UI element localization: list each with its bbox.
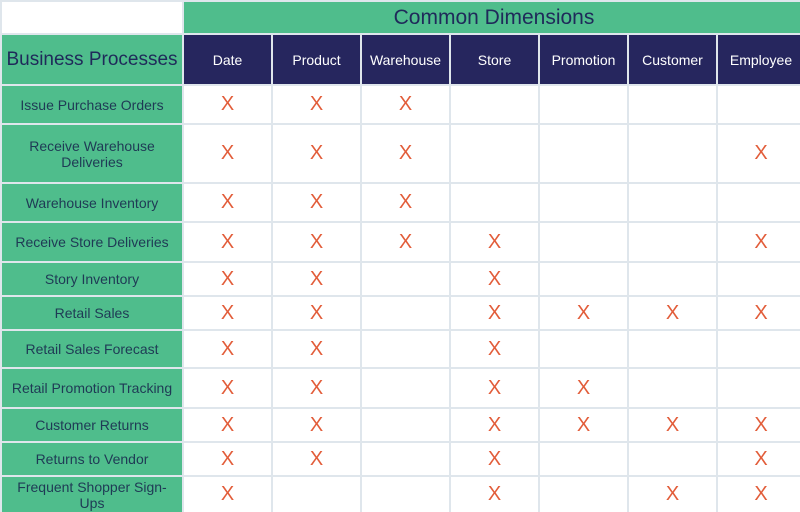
- empty-cell: [273, 477, 360, 512]
- dimension-mark-cell: X: [451, 477, 538, 512]
- dimension-header-employee: Employee: [718, 35, 800, 84]
- empty-cell: [540, 477, 627, 512]
- corner-cell: [2, 2, 182, 33]
- dimension-header-promotion: Promotion: [540, 35, 627, 84]
- empty-cell: [540, 263, 627, 295]
- empty-cell: [451, 125, 538, 182]
- dimension-mark-cell: X: [718, 443, 800, 475]
- dimension-mark-cell: X: [184, 86, 271, 123]
- empty-cell: [629, 369, 716, 407]
- empty-cell: [718, 263, 800, 295]
- empty-cell: [718, 184, 800, 221]
- empty-cell: [540, 125, 627, 182]
- dimension-mark-cell: X: [362, 125, 449, 182]
- dimension-mark-cell: X: [273, 263, 360, 295]
- empty-cell: [362, 409, 449, 441]
- empty-cell: [362, 477, 449, 512]
- dimension-mark-cell: X: [273, 297, 360, 329]
- process-row-header: Retail Promotion Tracking: [2, 369, 182, 407]
- empty-cell: [362, 331, 449, 367]
- empty-cell: [718, 86, 800, 123]
- dimension-mark-cell: X: [362, 223, 449, 261]
- empty-cell: [451, 184, 538, 221]
- empty-cell: [629, 263, 716, 295]
- dimension-mark-cell: X: [540, 409, 627, 441]
- dimension-mark-cell: X: [629, 409, 716, 441]
- dimension-header-warehouse: Warehouse: [362, 35, 449, 84]
- process-row-header: Receive Store Deliveries: [2, 223, 182, 261]
- process-row-header: Warehouse Inventory: [2, 184, 182, 221]
- dimension-mark-cell: X: [184, 443, 271, 475]
- empty-cell: [540, 184, 627, 221]
- dimension-mark-cell: X: [451, 409, 538, 441]
- dimension-mark-cell: X: [540, 369, 627, 407]
- dimension-mark-cell: X: [451, 297, 538, 329]
- process-row-header: Customer Returns: [2, 409, 182, 441]
- process-row-header: Frequent Shopper Sign-Ups: [2, 477, 182, 512]
- dimension-mark-cell: X: [273, 443, 360, 475]
- dimension-mark-cell: X: [184, 409, 271, 441]
- dimension-mark-cell: X: [184, 263, 271, 295]
- empty-cell: [362, 297, 449, 329]
- common-dimensions-title: Common Dimensions: [184, 2, 800, 33]
- empty-cell: [362, 263, 449, 295]
- process-row-header: Retail Sales Forecast: [2, 331, 182, 367]
- dimension-mark-cell: X: [273, 409, 360, 441]
- dimension-header-store: Store: [451, 35, 538, 84]
- empty-cell: [540, 86, 627, 123]
- dimension-mark-cell: X: [718, 477, 800, 512]
- business-processes-title: Business Processes: [2, 35, 182, 84]
- dimension-mark-cell: X: [184, 369, 271, 407]
- empty-cell: [540, 331, 627, 367]
- dimension-mark-cell: X: [718, 223, 800, 261]
- dimension-mark-cell: X: [362, 86, 449, 123]
- dimension-mark-cell: X: [540, 297, 627, 329]
- dimension-mark-cell: X: [451, 263, 538, 295]
- process-row-header: Receive Warehouse Deliveries: [2, 125, 182, 182]
- dimension-mark-cell: X: [273, 184, 360, 221]
- empty-cell: [629, 184, 716, 221]
- empty-cell: [629, 125, 716, 182]
- empty-cell: [629, 223, 716, 261]
- dimension-mark-cell: X: [184, 477, 271, 512]
- dimension-header-date: Date: [184, 35, 271, 84]
- dimension-mark-cell: X: [184, 331, 271, 367]
- process-row-header: Issue Purchase Orders: [2, 86, 182, 123]
- dimension-mark-cell: X: [273, 223, 360, 261]
- dimension-mark-cell: X: [362, 184, 449, 221]
- dimension-mark-cell: X: [184, 223, 271, 261]
- dimension-mark-cell: X: [451, 331, 538, 367]
- empty-cell: [629, 331, 716, 367]
- empty-cell: [451, 86, 538, 123]
- dimension-mark-cell: X: [273, 369, 360, 407]
- empty-cell: [718, 369, 800, 407]
- dimension-header-customer: Customer: [629, 35, 716, 84]
- dimension-mark-cell: X: [718, 125, 800, 182]
- dimension-header-product: Product: [273, 35, 360, 84]
- dimension-mark-cell: X: [273, 331, 360, 367]
- dimension-mark-cell: X: [629, 477, 716, 512]
- process-row-header: Retail Sales: [2, 297, 182, 329]
- bus-matrix-table: Common Dimensions Business Processes Dat…: [0, 0, 800, 512]
- empty-cell: [540, 443, 627, 475]
- empty-cell: [629, 443, 716, 475]
- dimension-mark-cell: X: [184, 184, 271, 221]
- empty-cell: [362, 443, 449, 475]
- process-row-header: Story Inventory: [2, 263, 182, 295]
- empty-cell: [718, 331, 800, 367]
- dimension-mark-cell: X: [273, 86, 360, 123]
- empty-cell: [540, 223, 627, 261]
- dimension-mark-cell: X: [629, 297, 716, 329]
- process-row-header: Returns to Vendor: [2, 443, 182, 475]
- dimension-mark-cell: X: [184, 125, 271, 182]
- dimension-mark-cell: X: [184, 297, 271, 329]
- dimension-mark-cell: X: [273, 125, 360, 182]
- dimension-mark-cell: X: [451, 223, 538, 261]
- dimension-mark-cell: X: [718, 409, 800, 441]
- dimension-mark-cell: X: [718, 297, 800, 329]
- empty-cell: [362, 369, 449, 407]
- dimension-mark-cell: X: [451, 443, 538, 475]
- empty-cell: [629, 86, 716, 123]
- dimension-mark-cell: X: [451, 369, 538, 407]
